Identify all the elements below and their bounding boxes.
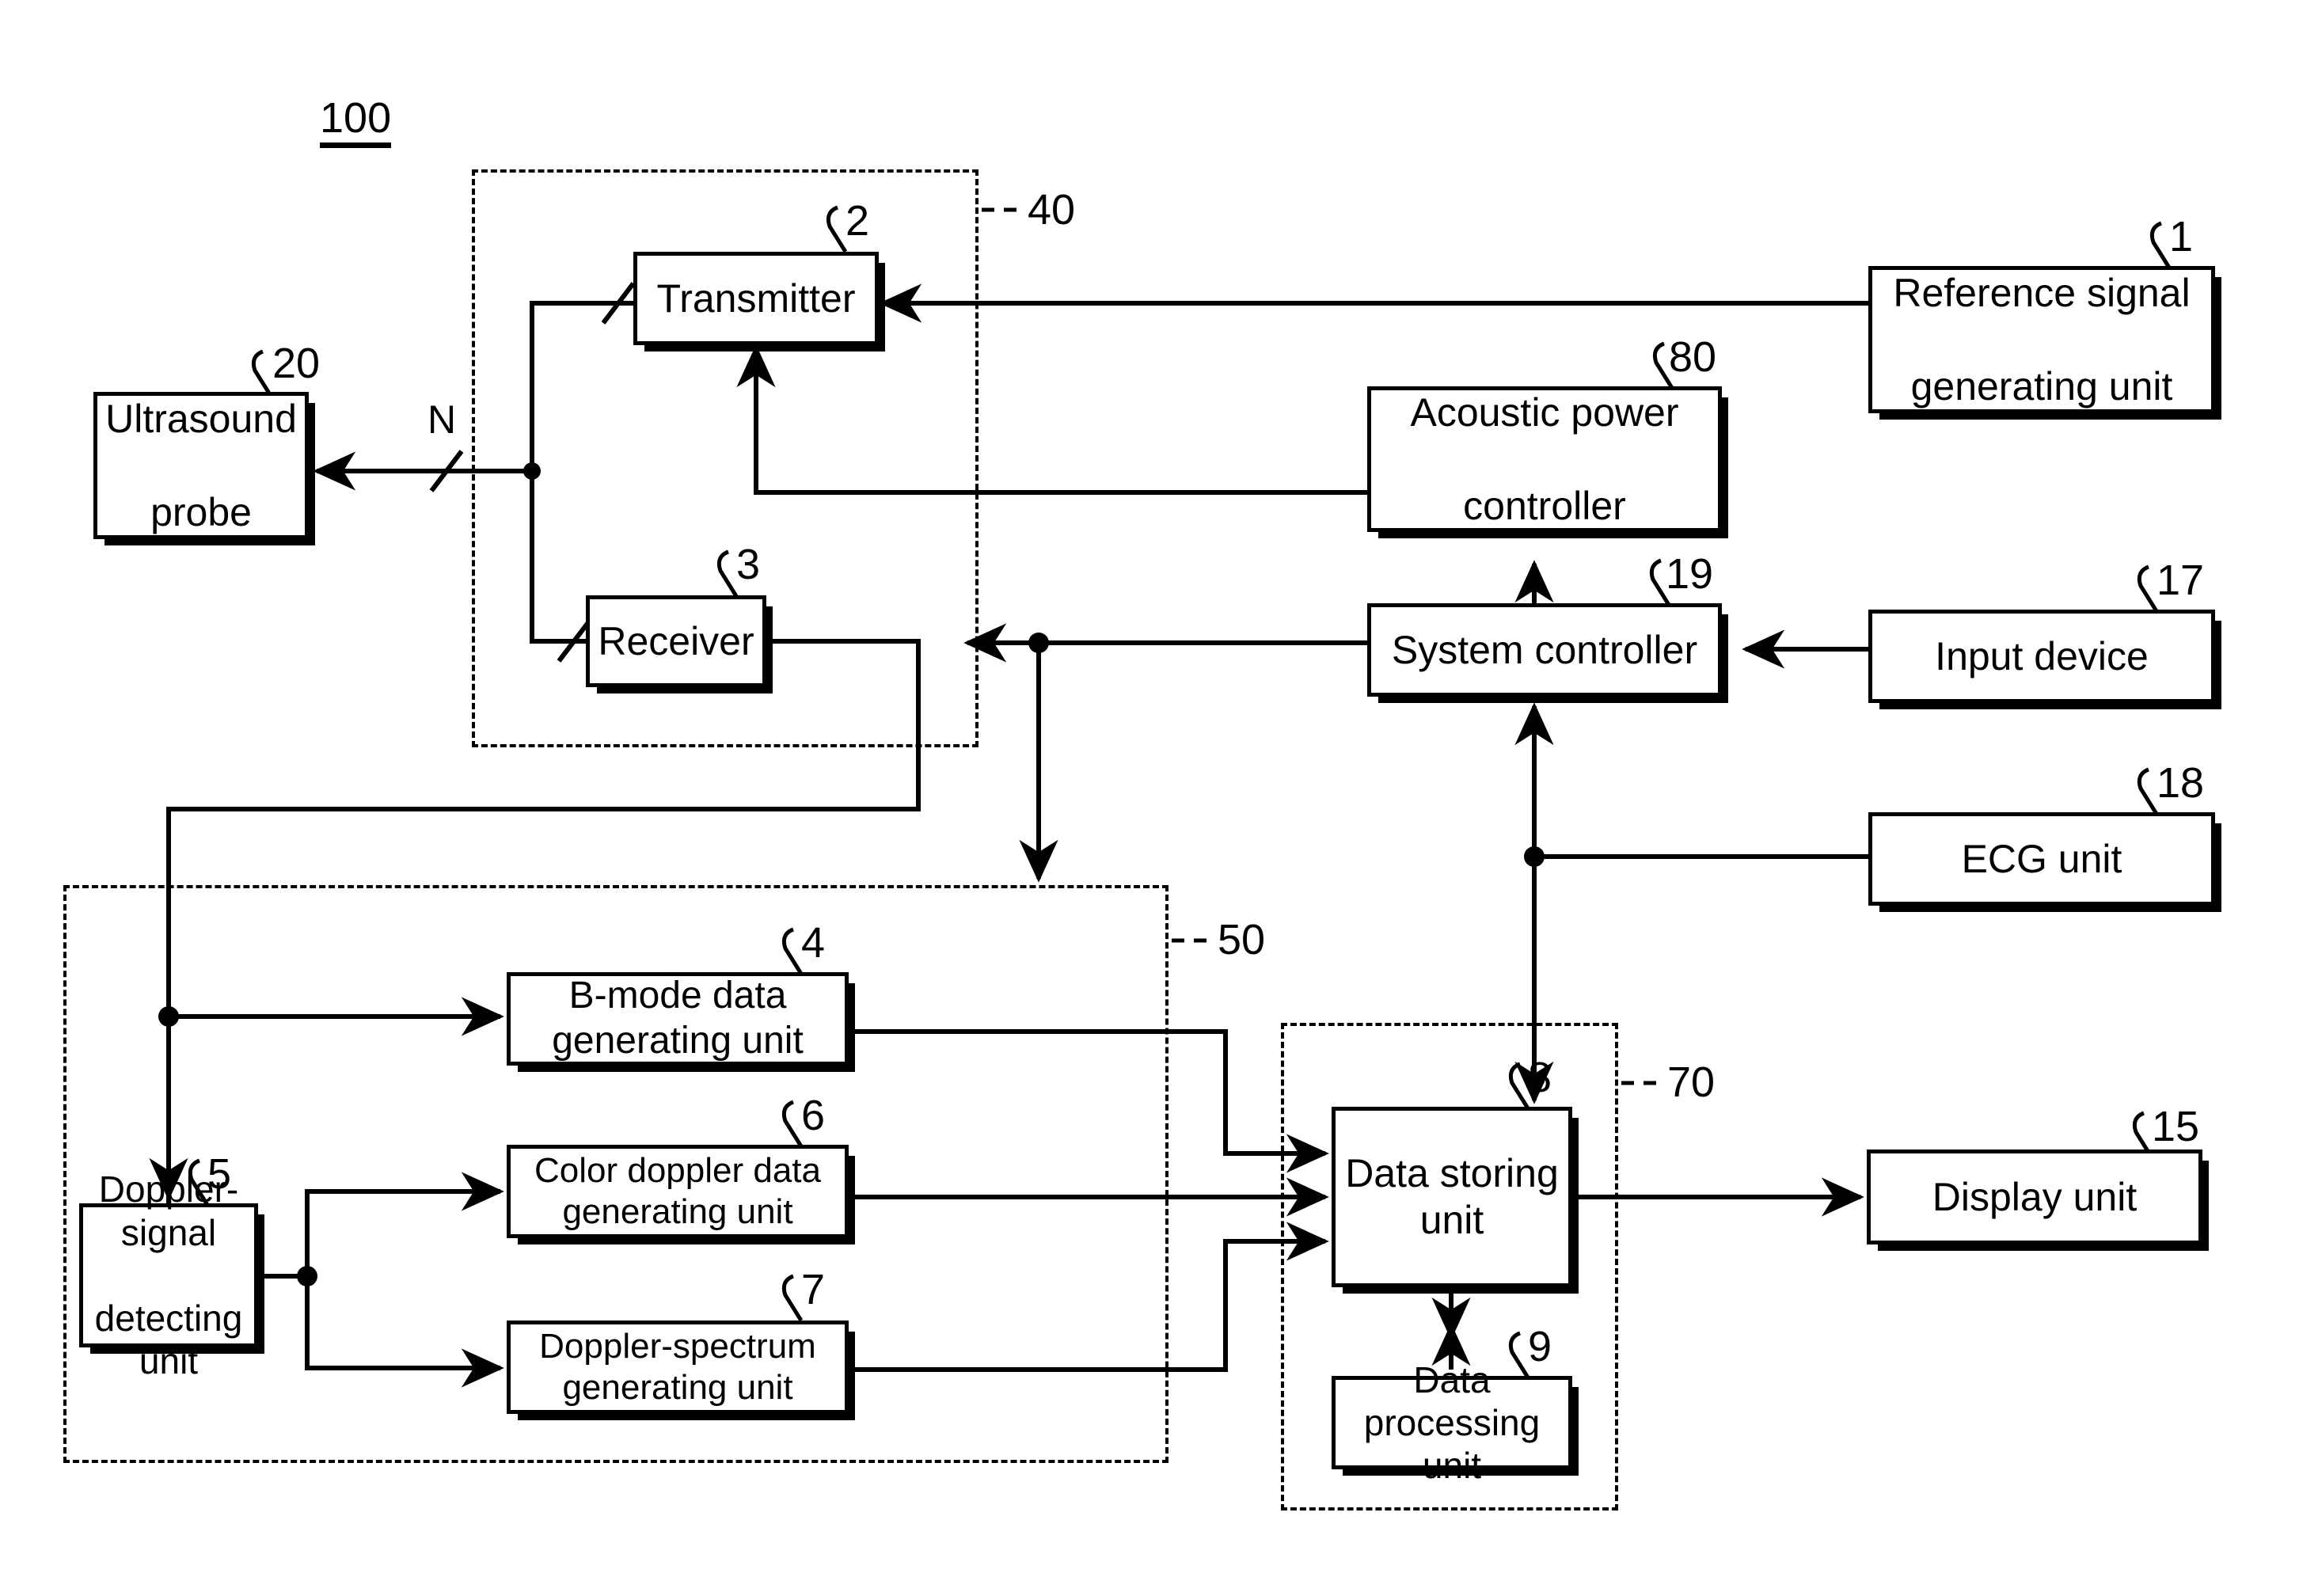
block-label-system-controller: System controller <box>1391 627 1698 672</box>
block-label-receiver: Receiver <box>598 618 754 663</box>
block-b-mode-data-generating-unit[interactable]: B-mode data generating unit <box>507 972 849 1066</box>
figure-system-label: 100 <box>320 97 392 148</box>
block-transmitter[interactable]: Transmitter <box>633 252 879 345</box>
block-ultrasound-probe[interactable]: Ultrasound probe <box>93 392 309 539</box>
ref-numeral-19: 19 <box>1666 550 1714 598</box>
block-input-device[interactable]: Input device <box>1868 610 2215 703</box>
ref-numeral-7: 7 <box>801 1266 826 1313</box>
ref-numeral-5: 5 <box>207 1150 232 1198</box>
block-label-ecg-unit: ECG unit <box>1961 836 2122 881</box>
block-display-unit[interactable]: Display unit <box>1867 1150 2202 1244</box>
block-data-storing-unit[interactable]: Data storing unit <box>1332 1107 1572 1287</box>
block-label-color-doppler-data-generating-unit: Color doppler data generating unit <box>534 1151 821 1231</box>
block-label-data-storing-unit: Data storing unit <box>1345 1151 1559 1242</box>
block-label-acoustic-power-controller: Acoustic power controller <box>1410 390 1679 528</box>
block-color-doppler-data-generating-unit[interactable]: Color doppler data generating unit <box>507 1145 849 1238</box>
ref-numeral-3: 3 <box>736 541 761 588</box>
bus-label-n: N <box>428 397 457 442</box>
block-label-data-processing-unit: Data processing unit <box>1363 1358 1541 1487</box>
block-label-doppler-spectrum-generating-unit: Doppler-spectrum generating unit <box>539 1327 816 1407</box>
ref-numeral-70: 70 <box>1667 1058 1716 1106</box>
block-label-doppler-signal-detecting-unit: Doppler-signal detecting unit <box>94 1168 243 1382</box>
block-label-ultrasound-probe: Ultrasound probe <box>105 396 297 534</box>
block-label-display-unit: Display unit <box>1932 1174 2138 1219</box>
ref-numeral-80: 80 <box>1669 333 1717 381</box>
block-system-controller[interactable]: System controller <box>1367 603 1722 697</box>
block-data-processing-unit[interactable]: Data processing unit <box>1332 1359 1572 1486</box>
block-label-input-device: Input device <box>1935 633 2149 678</box>
block-reference-signal-generating-unit[interactable]: Reference signal generating unit <box>1868 266 2215 413</box>
ref-numeral-20: 20 <box>272 340 321 387</box>
ref-numeral-15: 15 <box>2152 1103 2200 1150</box>
ref-numeral-40: 40 <box>1028 186 1076 234</box>
ref-numeral-1: 1 <box>2169 213 2194 260</box>
ref-numeral-8: 8 <box>1528 1054 1552 1101</box>
block-label-reference-signal-generating-unit: Reference signal generating unit <box>1893 270 2191 408</box>
block-doppler-spectrum-generating-unit[interactable]: Doppler-spectrum generating unit <box>507 1320 849 1414</box>
ref-numeral-9: 9 <box>1528 1323 1552 1370</box>
ref-numeral-18: 18 <box>2156 759 2205 807</box>
block-doppler-signal-detecting-unit[interactable]: Doppler-signal detecting unit <box>79 1168 258 1381</box>
ref-numeral-2: 2 <box>846 197 870 245</box>
ref-numeral-4: 4 <box>801 919 826 967</box>
block-ecg-unit[interactable]: ECG unit <box>1868 812 2215 906</box>
patent-figure-canvas: 100 Ultrasound probe 20 N Transmitter 2 R… <box>0 0 2318 1596</box>
block-receiver[interactable]: Receiver <box>586 595 766 687</box>
ref-numeral-6: 6 <box>801 1092 826 1139</box>
block-acoustic-power-controller[interactable]: Acoustic power controller <box>1367 386 1722 532</box>
block-label-transmitter: Transmitter <box>656 276 856 321</box>
ref-numeral-50: 50 <box>1218 916 1266 963</box>
block-label-b-mode-data-generating-unit: B-mode data generating unit <box>552 975 804 1062</box>
ref-numeral-17: 17 <box>2156 557 2205 604</box>
